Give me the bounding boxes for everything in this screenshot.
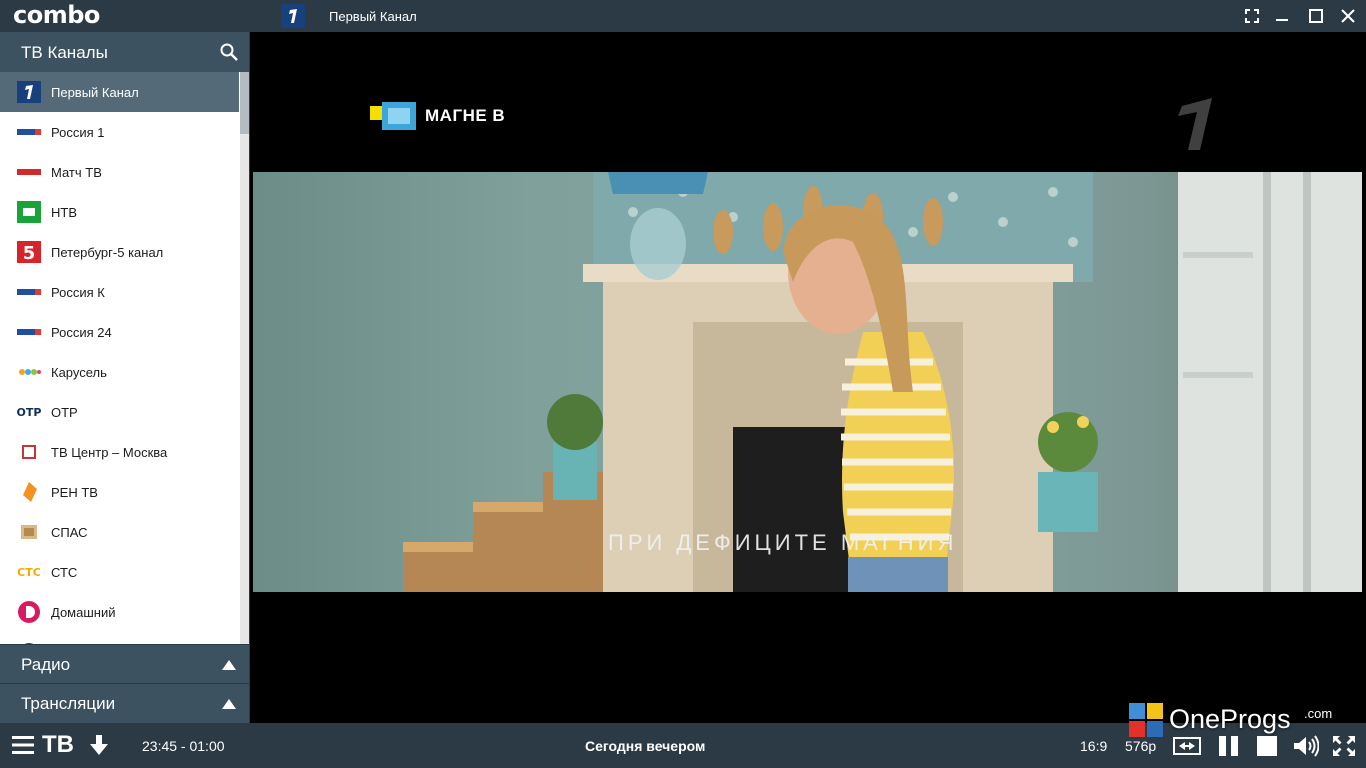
minimize-icon — [1276, 19, 1288, 21]
maximize-icon — [1309, 9, 1323, 23]
stretch-icon — [1173, 737, 1201, 755]
channel-item-otr[interactable]: OTP ОТР — [0, 392, 239, 432]
current-program-title[interactable]: Сегодня вечером — [585, 738, 705, 754]
search-icon[interactable] — [219, 42, 239, 62]
triangle-up-icon — [222, 660, 236, 670]
channel-name: Россия К — [51, 285, 105, 300]
channel-item-ren-tv[interactable]: РЕН ТВ — [0, 472, 239, 512]
oneprogs-brand-text: OneProgs — [1169, 704, 1291, 734]
channel-name: Матч ТВ — [51, 165, 102, 180]
channel-name: НТВ — [51, 205, 77, 220]
tvc-logo-icon — [22, 445, 36, 459]
spas-logo-icon — [21, 525, 37, 539]
tv-channels-header[interactable]: ТВ Каналы — [0, 32, 249, 72]
channel-name: Россия 1 — [51, 125, 105, 140]
channel-list: Первый Канал Россия 1 Матч ТВ НТВ 5 Пете… — [0, 72, 249, 644]
channel-item-karusel[interactable]: Карусель — [0, 352, 239, 392]
triangle-up-icon — [222, 699, 236, 709]
video-frame: ПРИ ДЕФИЦИТЕ МАГНИЯ — [253, 172, 1362, 592]
channel-one-watermark-icon — [1178, 98, 1212, 150]
menu-icon[interactable] — [12, 735, 34, 755]
oneprogs-logo-icon — [1129, 703, 1163, 737]
russia-k-logo-icon — [17, 289, 41, 295]
fullscreen-button[interactable] — [1332, 735, 1356, 757]
channel-item-pervyy-kanal[interactable]: Первый Канал — [0, 72, 239, 112]
channel-item-sts[interactable]: CTC СТС — [0, 552, 239, 592]
ntv-logo-icon — [17, 201, 41, 223]
ren-tv-logo-icon — [23, 482, 37, 502]
download-icon[interactable] — [88, 734, 110, 756]
karusel-logo-icon — [19, 369, 41, 375]
stop-icon — [1257, 736, 1277, 756]
channel-item-tvc[interactable]: ТВ Центр – Москва — [0, 432, 239, 472]
channel-name: Россия 24 — [51, 325, 112, 340]
channel-item-ntv[interactable]: НТВ — [0, 192, 239, 232]
sts-logo-icon: CTC — [17, 566, 41, 579]
svg-text:CTC: CTC — [17, 566, 41, 579]
program-time-range: 23:45 - 01:00 — [142, 738, 225, 754]
channel-item-domashniy[interactable]: Домашний — [0, 592, 239, 632]
channel-item-russia24[interactable]: Россия 24 — [0, 312, 239, 352]
fullscreen-icon — [1333, 736, 1355, 756]
broadcasts-section-label: Трансляции — [21, 694, 116, 713]
radio-section[interactable]: Радио — [0, 644, 249, 683]
otr-logo-icon: OTP — [17, 406, 41, 419]
pause-icon — [1219, 736, 1238, 756]
video-scene-image — [403, 172, 1362, 592]
stretch-button[interactable] — [1173, 735, 1201, 757]
pause-button[interactable] — [1217, 735, 1241, 757]
svg-text:OTP: OTP — [17, 406, 41, 419]
channel-item-partial[interactable] — [0, 632, 239, 644]
tv-channels-title: ТВ Каналы — [21, 43, 108, 62]
video-subtitle-text: ПРИ ДЕФИЦИТЕ МАГНИЯ — [608, 530, 958, 555]
svg-text:5: 5 — [23, 243, 36, 263]
radio-section-label: Радио — [21, 655, 71, 674]
channel-item-russia-k[interactable]: Россия К — [0, 272, 239, 312]
tv-mode-button[interactable]: ТВ — [42, 731, 74, 759]
maximize-button[interactable] — [1306, 6, 1326, 26]
russia24-logo-icon — [17, 329, 41, 335]
aspect-ratio-button[interactable]: 16:9 — [1080, 738, 1107, 754]
channel-item-russia1[interactable]: Россия 1 — [0, 112, 239, 152]
channel-list-scrollbar[interactable] — [240, 72, 249, 644]
oneprogs-watermark: OneProgs .com — [1129, 703, 1339, 737]
channel-name: СПАС — [51, 525, 88, 540]
minimize-button[interactable] — [1272, 6, 1292, 26]
channel-name: Карусель — [51, 365, 107, 380]
channel-name: Петербург-5 канал — [51, 245, 164, 260]
close-icon — [1341, 9, 1355, 23]
promo-brand-text: МАГНЕ В — [425, 106, 506, 125]
russia1-logo-icon — [17, 129, 41, 135]
app-logo: combo — [13, 1, 100, 29]
channel-name: ТВ Центр – Москва — [51, 445, 168, 460]
domashniy-logo-icon — [18, 601, 40, 623]
mini-mode-icon — [1245, 9, 1259, 23]
volume-button[interactable] — [1293, 735, 1319, 757]
match-tv-logo-icon — [17, 169, 41, 175]
volume-icon — [1294, 735, 1319, 757]
current-channel-title: Первый Канал — [329, 9, 417, 24]
channel5-logo-icon: 5 — [17, 241, 41, 263]
channel-name: СТС — [51, 565, 78, 580]
mini-mode-button[interactable] — [1242, 6, 1262, 26]
channel-item-match-tv[interactable]: Матч ТВ — [0, 152, 239, 192]
video-player[interactable]: МАГНЕ В ПРИ ДЕФИЦИТЕ МАГНИЯ — [250, 32, 1366, 723]
oneprogs-domain-suffix: .com — [1304, 706, 1333, 721]
magne-b6-logo-icon — [370, 102, 416, 130]
stop-button[interactable] — [1255, 735, 1279, 757]
channel-one-logo-icon — [17, 81, 41, 103]
broadcasts-section[interactable]: Трансляции — [0, 683, 249, 723]
title-bar: combo Первый Канал — [0, 0, 1366, 32]
quality-button[interactable]: 576p — [1125, 738, 1156, 754]
channel-one-logo-icon — [281, 4, 305, 28]
channel-item-spas[interactable]: СПАС — [0, 512, 239, 552]
channel-name: ОТР — [51, 405, 78, 420]
channel-name: Домашний — [51, 605, 116, 620]
channel-sidebar: ТВ Каналы Первый Канал Россия 1 Матч ТВ — [0, 32, 249, 723]
channel-item-channel5[interactable]: 5 Петербург-5 канал — [0, 232, 239, 272]
close-button[interactable] — [1338, 6, 1358, 26]
scrollbar-thumb[interactable] — [240, 72, 249, 134]
channel-name: РЕН ТВ — [51, 485, 98, 500]
channel-name: Первый Канал — [51, 85, 139, 100]
